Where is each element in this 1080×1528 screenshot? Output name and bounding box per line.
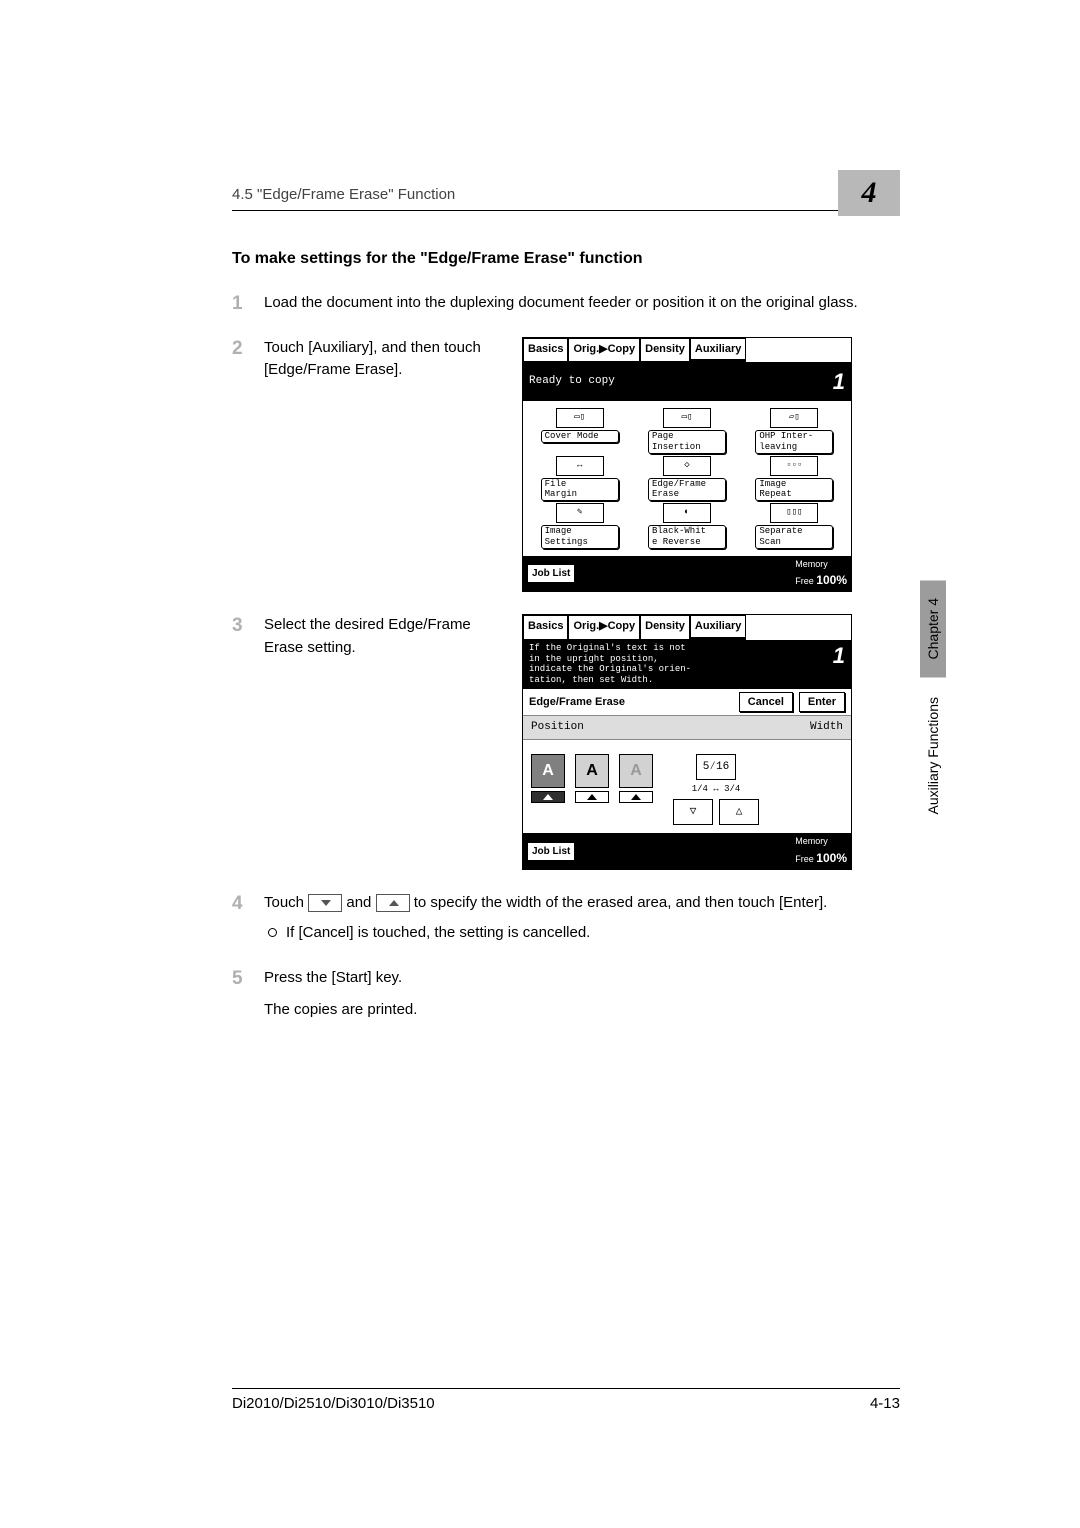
section-title: 4.5 "Edge/Frame Erase" Function <box>232 186 455 203</box>
message-text: If the Original's text is not in the upr… <box>529 643 691 686</box>
black-white-reverse-icon: ◐ <box>663 503 711 523</box>
step-text-part-c: to specify the width of the erased area,… <box>414 894 828 911</box>
memory-value: 100% <box>816 573 847 587</box>
tab-orig-copy[interactable]: Orig.▶Copy <box>568 338 640 363</box>
cover-mode-button[interactable]: Cover Mode <box>541 430 619 443</box>
edge-frame-erase-icon: ◇ <box>663 456 711 476</box>
header-rule <box>232 210 900 211</box>
down-arrow-button-icon <box>308 894 342 912</box>
tab-basics[interactable]: Basics <box>523 615 568 640</box>
file-margin-button[interactable]: File Margin <box>541 478 619 502</box>
step-text: Select the desired Edge/Frame Erase sett… <box>264 614 504 659</box>
step-text-part-a: Touch <box>264 894 308 911</box>
tab-auxiliary[interactable]: Auxiliary <box>690 338 746 363</box>
position-top-indicator <box>575 791 609 803</box>
cover-mode-icon: ▭▯ <box>556 408 604 428</box>
tab-density[interactable]: Density <box>640 338 690 363</box>
page-insertion-button[interactable]: Page Insertion <box>648 430 726 454</box>
procedure-heading: To make settings for the "Edge/Frame Era… <box>232 250 900 268</box>
step-number: 5 <box>232 965 243 994</box>
tab-auxiliary[interactable]: Auxiliary <box>690 615 746 640</box>
position-frame-indicator <box>619 791 653 803</box>
copy-count: 1 <box>833 365 845 398</box>
step-1: 1 Load the document into the duplexing d… <box>232 292 900 315</box>
step-text: Load the document into the duplexing doc… <box>264 294 858 311</box>
black-white-reverse-button[interactable]: Black-Whit e Reverse <box>648 525 726 549</box>
up-arrow-button-icon <box>376 894 410 912</box>
tab-density[interactable]: Density <box>640 615 690 640</box>
image-settings-button[interactable]: Image Settings <box>541 525 619 549</box>
up-triangle-icon: △ <box>736 804 743 821</box>
ohp-interleaving-button[interactable]: OHP Inter- leaving <box>755 430 833 454</box>
position-top-option[interactable]: A <box>575 754 609 788</box>
image-repeat-button[interactable]: Image Repeat <box>755 478 833 502</box>
memory-value: 100% <box>816 851 847 865</box>
side-tab-chapter: Chapter 4 <box>920 580 946 677</box>
status-text: Ready to copy <box>529 373 615 390</box>
side-tab-section: Auxiliary Functions <box>925 693 941 819</box>
job-list-button[interactable]: Job List <box>527 564 575 583</box>
position-left-option[interactable]: A <box>531 754 565 788</box>
separate-scan-button[interactable]: Separate Scan <box>755 525 833 549</box>
step-5: 5 Press the [Start] key. The copies are … <box>232 967 900 1022</box>
edge-frame-erase-button[interactable]: Edge/Frame Erase <box>648 478 726 502</box>
step-number: 2 <box>232 335 243 364</box>
screen-title: Edge/Frame Erase <box>529 694 625 711</box>
step-number: 3 <box>232 612 243 641</box>
step-text-part-a: Press the [Start] key. <box>264 969 402 986</box>
step-text-part-b: and <box>346 894 375 911</box>
step-4: 4 Touch and to specify the width of the … <box>232 892 900 945</box>
step-number: 1 <box>232 290 243 319</box>
sub-note: If [Cancel] is touched, the setting is c… <box>264 922 900 945</box>
width-range-label: 1/4 ↔ 3/4 <box>692 783 741 797</box>
position-left-indicator <box>531 791 565 803</box>
tab-basics[interactable]: Basics <box>523 338 568 363</box>
copy-count: 1 <box>833 643 845 686</box>
ohp-interleaving-icon: ▱▯ <box>770 408 818 428</box>
lcd-screen-auxiliary: Basics Orig.▶Copy Density Auxiliary Read… <box>522 337 852 593</box>
image-repeat-icon: ▫▫▫ <box>770 456 818 476</box>
width-down-button[interactable]: ▽ <box>673 799 713 825</box>
enter-button[interactable]: Enter <box>799 692 845 713</box>
step-number: 4 <box>232 890 243 919</box>
tab-orig-copy[interactable]: Orig.▶Copy <box>568 615 640 640</box>
step-2: 2 Touch [Auxiliary], and then touch [Edg… <box>232 337 900 593</box>
file-margin-icon: ↔ <box>556 456 604 476</box>
footer-model: Di2010/Di2510/Di3010/Di3510 <box>232 1395 435 1412</box>
lcd-screen-edge-frame-erase: Basics Orig.▶Copy Density Auxiliary If t… <box>522 614 852 870</box>
down-triangle-icon: ▽ <box>690 804 697 821</box>
separate-scan-icon: ▯▯▯ <box>770 503 818 523</box>
job-list-button[interactable]: Job List <box>527 842 575 861</box>
image-settings-icon: ✎ <box>556 503 604 523</box>
step-3: 3 Select the desired Edge/Frame Erase se… <box>232 614 900 870</box>
width-up-button[interactable]: △ <box>719 799 759 825</box>
chapter-number-badge: 4 <box>838 170 900 216</box>
cancel-button[interactable]: Cancel <box>739 692 793 713</box>
page-insertion-icon: ▭▯ <box>663 408 711 428</box>
step-text: Touch [Auxiliary], and then touch [Edge/… <box>264 337 504 382</box>
position-label: Position <box>531 719 584 736</box>
width-label: Width <box>810 719 843 736</box>
step-text-part-b: The copies are printed. <box>264 999 900 1022</box>
position-frame-option[interactable]: A <box>619 754 653 788</box>
footer-page-number: 4-13 <box>870 1395 900 1412</box>
width-value-display: 5⁄16 <box>696 754 736 780</box>
